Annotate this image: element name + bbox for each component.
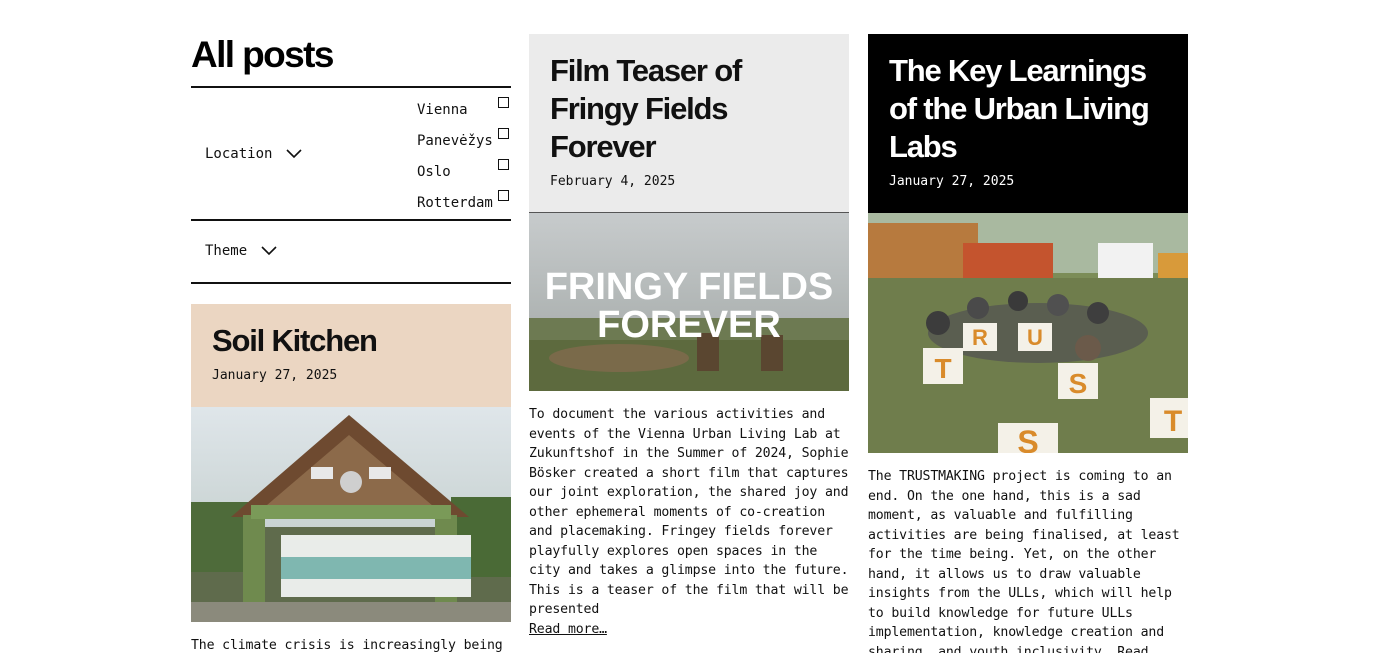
page-title: All posts [191,34,334,75]
location-option-label: Panevėžys [417,132,493,149]
location-option-label: Rotterdam [417,194,493,211]
location-option-oslo[interactable]: Oslo [417,156,511,187]
location-options: Vienna Panevėžys Oslo Rotterdam [417,94,511,218]
post-image[interactable]: T S S T R U [868,213,1188,453]
post-card-header: Soil Kitchen January 27, 2025 [191,304,511,407]
location-option-label: Oslo [417,163,451,180]
checkbox-icon[interactable] [498,159,509,170]
post-image[interactable] [191,407,511,622]
post-image[interactable]: FRINGY FIELDS FOREVER [529,213,849,391]
read-more-link[interactable]: Read more… [529,622,607,637]
checkbox-icon[interactable] [498,97,509,108]
theme-filter-label: Theme [205,243,248,259]
post-card-header: Film Teaser of Fringy Fields Forever Feb… [529,34,849,213]
post-card-soil-kitchen[interactable]: Soil Kitchen January 27, 2025 The climat… [191,304,511,653]
svg-text:S: S [1017,424,1038,453]
post-title[interactable]: Soil Kitchen [212,322,490,360]
location-option-vienna[interactable]: Vienna [417,94,511,125]
post-title[interactable]: The Key Learnings of the Urban Living La… [889,52,1167,166]
post-card-header: The Key Learnings of the Urban Living La… [868,34,1188,213]
location-option-label: Vienna [417,101,468,118]
post-title-line: The Key Learnings [889,53,1147,88]
location-filter-toggle[interactable]: Location [205,146,303,162]
chevron-down-icon [261,246,277,256]
post-title-line: of the Urban Living [889,91,1150,126]
checkbox-icon[interactable] [498,128,509,139]
post-title[interactable]: Film Teaser of Fringy Fields Forever [550,52,828,166]
filter-panel: Location Vienna Panevėžys Oslo Rotterdam [191,86,511,284]
theme-filter-toggle[interactable]: Theme [205,243,277,259]
post-date: January 27, 2025 [889,174,1015,189]
post-excerpt: The TRUSTMAKING project is coming to an … [868,469,1180,653]
post-title-line: Fringy Fields [550,91,729,126]
post-card-film-teaser[interactable]: Film Teaser of Fringy Fields Forever Feb… [529,34,849,639]
post-title-line: Forever [550,129,657,164]
svg-text:T: T [934,353,951,384]
chevron-down-icon [286,149,303,159]
svg-text:U: U [1027,325,1043,350]
post-title-line: Film Teaser of [550,53,742,88]
post-excerpt: The climate crisis is increasingly being [191,638,503,653]
post-title-line: Labs [889,129,958,164]
svg-text:R: R [972,325,988,350]
svg-text:T: T [1164,405,1182,438]
post-image-illustration [191,407,511,622]
checkbox-icon[interactable] [498,190,509,201]
location-option-panevezys[interactable]: Panevėžys [417,125,511,156]
post-date: January 27, 2025 [212,368,338,383]
location-filter: Location Vienna Panevėžys Oslo Rotterdam [191,86,511,219]
svg-text:S: S [1069,368,1088,399]
location-filter-label: Location [205,146,273,162]
theme-filter: Theme [191,219,511,284]
image-overlay-text: FOREVER [597,304,781,346]
post-date: February 4, 2025 [550,174,676,189]
image-overlay-text: FRINGY FIELDS [545,266,834,308]
location-option-rotterdam[interactable]: Rotterdam [417,187,511,218]
post-card-key-learnings[interactable]: The Key Learnings of the Urban Living La… [868,34,1188,653]
post-image-illustration: FRINGY FIELDS FOREVER [529,213,849,391]
post-image-illustration: T S S T R U [868,213,1188,453]
post-excerpt: To document the various activities and e… [529,405,849,639]
post-excerpt-text: To document the various activities and e… [529,407,849,617]
